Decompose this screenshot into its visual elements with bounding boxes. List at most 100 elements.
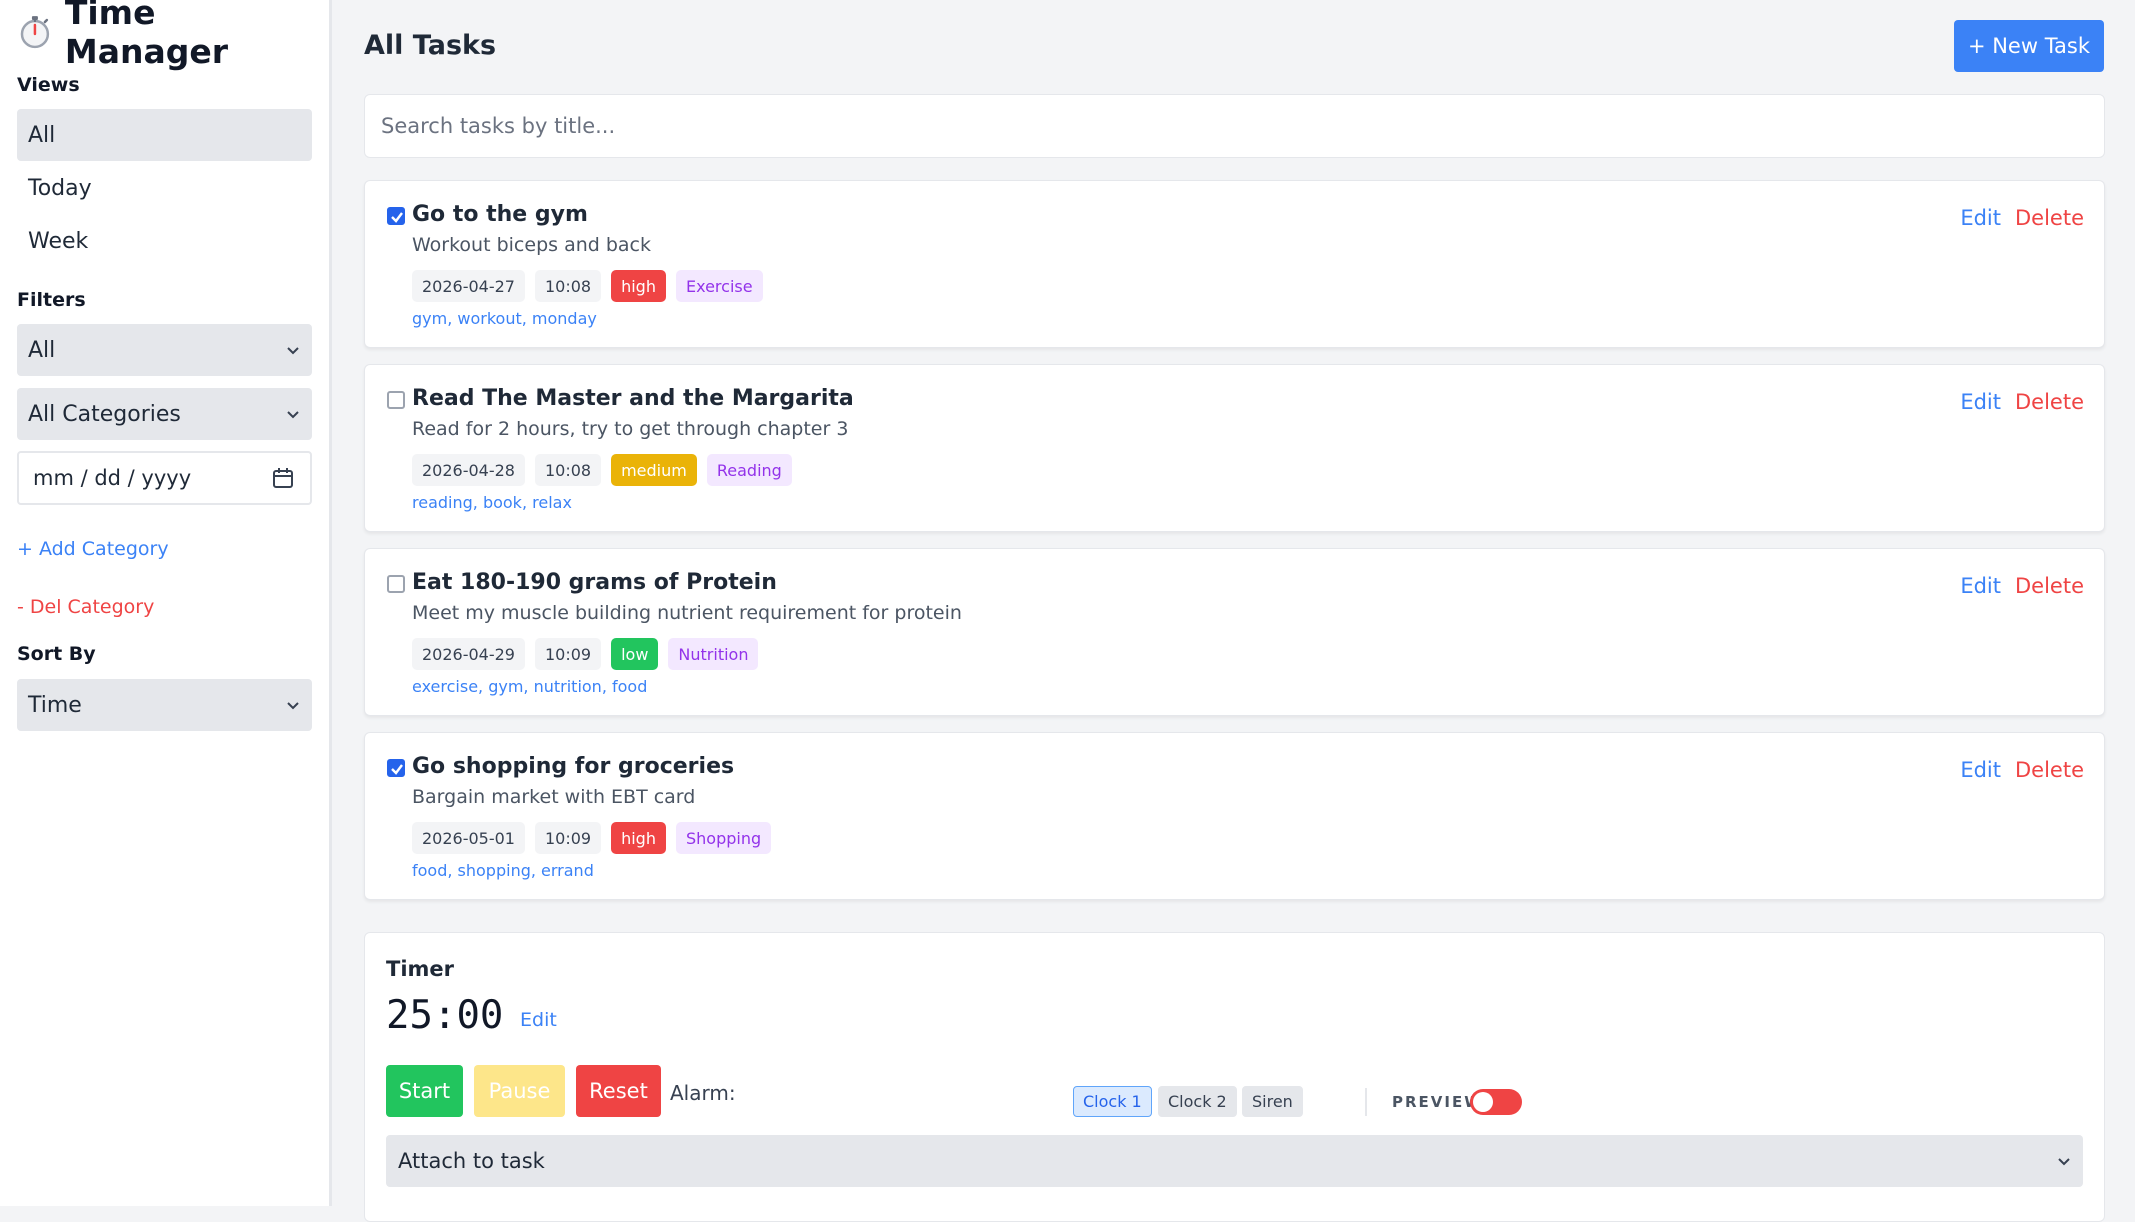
main-content: All Tasks + New Task Search tasks by tit… [332, 0, 2135, 1222]
task-title: Go to the gym [412, 202, 588, 227]
sidebar: Time Manager Views All Today Week Filter… [0, 0, 332, 1206]
toggle-knob [1473, 1092, 1493, 1112]
task-tags: gym, workout, monday [412, 309, 597, 328]
task-date: 2026-04-28 [412, 454, 525, 486]
search-input[interactable]: Search tasks by title... [364, 94, 2105, 158]
pause-button[interactable]: Pause [474, 1065, 565, 1117]
app: Time Manager Views All Today Week Filter… [0, 0, 2135, 1222]
divider [1365, 1088, 1367, 1116]
task-time: 10:09 [534, 822, 602, 854]
start-button[interactable]: Start [386, 1065, 463, 1117]
priority-badge: medium [611, 454, 697, 486]
task-card: Eat 180-190 grams of Protein Meet my mus… [364, 548, 2105, 716]
task-chips: 2026-04-27 10:08 high Exercise [412, 270, 763, 302]
app-title-text: Time Manager [64, 0, 229, 71]
task-description: Bargain market with EBT card [412, 786, 696, 808]
task-card: Read The Master and the Margarita Read f… [364, 364, 2105, 532]
task-description: Workout biceps and back [412, 234, 652, 256]
task-card: Go to the gym Workout biceps and back 20… [364, 180, 2105, 348]
category-badge: Shopping [675, 822, 772, 854]
timer-edit-link[interactable]: Edit [520, 1009, 557, 1031]
task-actions: Edit Delete [1960, 390, 2084, 414]
task-time: 10:09 [534, 638, 602, 670]
task-checkbox[interactable] [387, 207, 405, 225]
task-chips: 2026-04-29 10:09 low Nutrition [412, 638, 759, 670]
new-task-button[interactable]: + New Task [1954, 20, 2104, 72]
attach-to-task-select[interactable]: Attach to task [386, 1135, 2083, 1187]
task-tags: reading, book, relax [412, 493, 572, 512]
task-date: 2026-04-27 [412, 270, 525, 302]
stopwatch-icon [20, 16, 50, 49]
preview-toggle[interactable] [1470, 1089, 1522, 1115]
status-filter-select[interactable]: All [17, 324, 312, 376]
check-icon [391, 212, 403, 223]
edit-task-button[interactable]: Edit [1960, 574, 2001, 598]
priority-badge: high [611, 270, 666, 302]
task-card: Go shopping for groceries Bargain market… [364, 732, 2105, 900]
page-title: All Tasks [364, 30, 497, 61]
view-today[interactable]: Today [17, 162, 312, 214]
task-description: Meet my muscle building nutrient require… [412, 602, 962, 624]
view-week[interactable]: Week [17, 215, 312, 267]
chevron-down-icon [287, 702, 299, 710]
task-time: 10:08 [534, 270, 602, 302]
priority-badge: low [611, 638, 659, 670]
task-date: 2026-04-29 [412, 638, 525, 670]
chevron-down-icon [2058, 1158, 2070, 1166]
category-badge: Nutrition [668, 638, 759, 670]
edit-task-button[interactable]: Edit [1960, 206, 2001, 230]
delete-task-button[interactable]: Delete [2015, 390, 2084, 414]
views-label: Views [17, 74, 80, 96]
timer-display: 25:00 [386, 993, 504, 1038]
sort-select[interactable]: Time [17, 679, 312, 731]
date-filter-placeholder: mm / dd / yyyy [33, 466, 192, 490]
attach-to-task-value: Attach to task [398, 1149, 545, 1173]
task-title: Go shopping for groceries [412, 754, 735, 779]
date-filter-input[interactable]: mm / dd / yyyy [17, 451, 312, 505]
task-date: 2026-05-01 [412, 822, 525, 854]
timer-panel: Timer 25:00 Edit Start Pause Reset Alarm… [364, 932, 2105, 1222]
app-title: Time Manager [17, 0, 329, 71]
alarm-clock2-option[interactable]: Clock 2 [1158, 1086, 1237, 1117]
alarm-label: Alarm: [670, 1081, 736, 1105]
task-checkbox[interactable] [387, 575, 405, 593]
task-checkbox[interactable] [387, 391, 405, 409]
edit-task-button[interactable]: Edit [1960, 390, 2001, 414]
task-checkbox[interactable] [387, 759, 405, 777]
view-all[interactable]: All [17, 109, 312, 161]
category-badge: Reading [706, 454, 792, 486]
alarm-siren-option[interactable]: Siren [1242, 1086, 1303, 1117]
task-actions: Edit Delete [1960, 758, 2084, 782]
alarm-clock1-option[interactable]: Clock 1 [1073, 1086, 1152, 1117]
category-filter-value: All Categories [28, 401, 181, 427]
sort-label: Sort By [17, 643, 96, 665]
timer-title: Timer [386, 957, 455, 981]
task-tags: exercise, gym, nutrition, food [412, 677, 648, 696]
chevron-down-icon [287, 347, 299, 355]
delete-task-button[interactable]: Delete [2015, 758, 2084, 782]
category-badge: Exercise [675, 270, 763, 302]
reset-button[interactable]: Reset [576, 1065, 661, 1117]
task-time: 10:08 [534, 454, 602, 486]
task-tags: food, shopping, errand [412, 861, 594, 880]
status-filter-value: All [28, 337, 56, 363]
delete-category-link[interactable]: - Del Category [17, 596, 154, 618]
task-actions: Edit Delete [1960, 574, 2084, 598]
sort-value: Time [28, 692, 82, 718]
delete-task-button[interactable]: Delete [2015, 574, 2084, 598]
edit-task-button[interactable]: Edit [1960, 758, 2001, 782]
task-title: Read The Master and the Margarita [412, 386, 854, 411]
search-placeholder: Search tasks by title... [381, 114, 616, 138]
task-chips: 2026-04-28 10:08 medium Reading [412, 454, 792, 486]
category-filter-select[interactable]: All Categories [17, 388, 312, 440]
task-chips: 2026-05-01 10:09 high Shopping [412, 822, 772, 854]
chevron-down-icon [287, 411, 299, 419]
task-actions: Edit Delete [1960, 206, 2084, 230]
filters-label: Filters [17, 289, 86, 311]
calendar-icon[interactable] [272, 467, 294, 489]
task-title: Eat 180-190 grams of Protein [412, 570, 777, 595]
priority-badge: high [611, 822, 666, 854]
check-icon [391, 764, 403, 775]
delete-task-button[interactable]: Delete [2015, 206, 2084, 230]
add-category-link[interactable]: + Add Category [17, 538, 169, 560]
